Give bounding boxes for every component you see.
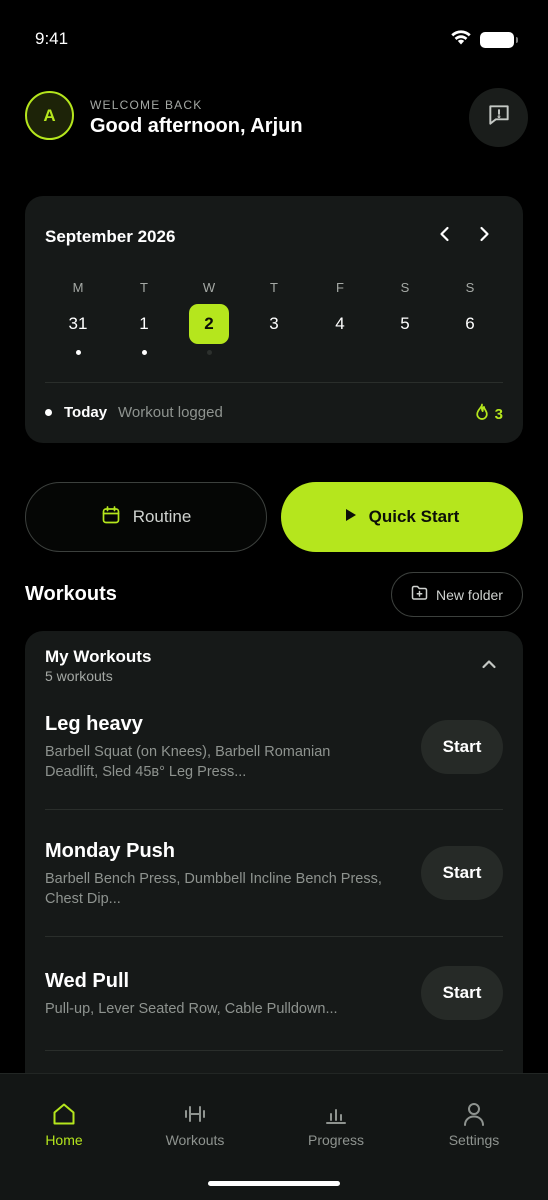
tab-settings[interactable]: Settings [419, 1100, 529, 1148]
tab-label: Workouts [165, 1132, 225, 1148]
welcome-label: WELCOME BACK [90, 98, 203, 112]
day-number: 3 [269, 314, 279, 333]
calendar-month-label: September 2026 [45, 227, 176, 246]
next-week-button[interactable] [472, 224, 496, 248]
tab-label: Home [45, 1132, 83, 1148]
quick-start-label: Quick Start [368, 507, 460, 526]
folder-plus-icon [411, 585, 428, 605]
chevron-left-icon [435, 224, 455, 249]
workout-item[interactable]: Monday Push Barbell Bench Press, Dumbbel… [45, 840, 503, 909]
legend-today: Today [64, 404, 108, 421]
calendar-day[interactable]: S 5 [385, 280, 425, 355]
day-dot-placeholder [206, 350, 212, 355]
play-icon [345, 508, 357, 527]
day-number: 4 [335, 314, 345, 333]
workout-exercises: Pull-up, Lever Seated Row, Cable Pulldow… [45, 1001, 338, 1017]
day-number: 2 [189, 304, 229, 344]
message-alert-icon [486, 102, 512, 133]
calendar-day[interactable]: T 1 [124, 280, 164, 355]
start-workout-button[interactable]: Start [421, 720, 503, 774]
workout-item[interactable]: Wed Pull Pull-up, Lever Seated Row, Cabl… [45, 966, 503, 1020]
workout-exercises: Barbell Bench Press, Dumbbell Incline Be… [45, 871, 382, 907]
previous-week-button[interactable] [433, 224, 457, 248]
workout-logged-dot [141, 350, 147, 355]
calendar-icon [101, 505, 121, 530]
tab-progress[interactable]: Progress [281, 1100, 391, 1148]
day-letter: M [72, 280, 84, 295]
workout-folder-card: My Workouts 5 workouts Leg heavy Barbell… [25, 631, 523, 1101]
day-letter: S [465, 280, 475, 295]
tab-label: Settings [448, 1132, 500, 1148]
status-icons [450, 29, 518, 50]
wifi-icon [450, 29, 472, 50]
feedback-button[interactable] [469, 88, 528, 147]
tab-label: Progress [307, 1132, 365, 1148]
workout-logged-dot [75, 350, 81, 355]
day-letter: S [400, 280, 410, 295]
calendar-divider [45, 382, 503, 383]
calendar-day[interactable]: T 3 [254, 280, 294, 355]
week-calendar-card: September 2026 M 31 T 1 W 2 T 3 F 4 S 5 [25, 196, 523, 443]
home-header: A WELCOME BACK Good afternoon, Arjun [25, 88, 528, 148]
calendar-day[interactable]: S 6 [450, 280, 490, 355]
routine-button[interactable]: Routine [25, 482, 267, 552]
row-divider [45, 936, 503, 937]
streak-badge: 3 [475, 403, 503, 425]
status-bar: 9:41 [0, 0, 548, 70]
day-letter: T [140, 280, 148, 295]
tab-home[interactable]: Home [9, 1100, 119, 1148]
routine-label: Routine [132, 507, 192, 526]
start-workout-button[interactable]: Start [421, 966, 503, 1020]
legend-workout-logged: Workout logged [118, 404, 223, 421]
folder-count: 5 workouts [45, 668, 113, 684]
new-folder-label: New folder [436, 586, 503, 603]
new-folder-button[interactable]: New folder [391, 572, 523, 617]
streak-count: 3 [494, 405, 503, 423]
chevron-up-icon [480, 655, 498, 678]
bar-chart-icon [281, 1100, 391, 1128]
chevron-right-icon [474, 224, 494, 249]
user-icon [419, 1100, 529, 1128]
day-letter: T [270, 280, 278, 295]
quick-start-button[interactable]: Quick Start [281, 482, 523, 552]
tab-workouts[interactable]: Workouts [140, 1100, 250, 1148]
home-icon [9, 1100, 119, 1128]
start-workout-button[interactable]: Start [421, 846, 503, 900]
workouts-section-title: Workouts [25, 583, 117, 605]
collapse-folder-button[interactable] [477, 654, 501, 678]
calendar-day[interactable]: M 31 [58, 280, 98, 355]
row-divider [45, 1050, 503, 1051]
day-letter: F [336, 280, 344, 295]
status-time: 9:41 [35, 29, 69, 48]
calendar-day[interactable]: F 4 [320, 280, 360, 355]
folder-name: My Workouts [45, 647, 152, 666]
calendar-day-selected[interactable]: W 2 [189, 280, 229, 355]
row-divider [45, 809, 503, 810]
day-number: 1 [139, 314, 149, 333]
legend-dot [45, 409, 52, 416]
workout-item[interactable]: Leg heavy Barbell Squat (on Knees), Barb… [45, 713, 503, 782]
dumbbell-icon [140, 1100, 250, 1128]
day-number: 5 [400, 314, 410, 333]
workout-exercises: Barbell Squat (on Knees), Barbell Romani… [45, 744, 331, 780]
day-number: 6 [465, 314, 475, 333]
avatar[interactable]: A [25, 91, 74, 140]
day-number: 31 [68, 314, 88, 333]
home-indicator [208, 1181, 340, 1186]
day-letter: W [202, 280, 216, 295]
flame-icon [475, 403, 489, 425]
battery-icon [480, 31, 518, 48]
greeting: Good afternoon, Arjun [90, 115, 303, 137]
